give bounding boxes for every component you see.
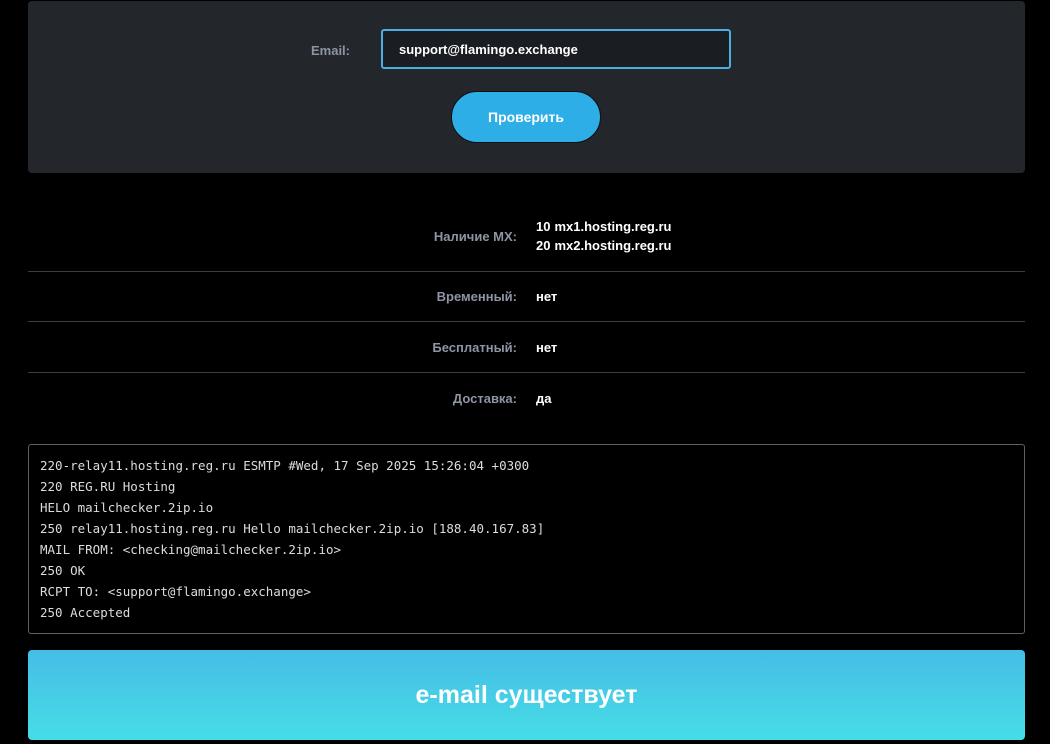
email-label: Email:: [310, 43, 350, 58]
delivery-label: Доставка:: [452, 390, 517, 406]
delivery-value: да: [536, 390, 552, 406]
mail-checker-page: Email: Проверить Наличие MX: 10mx1.hosti…: [0, 0, 1050, 744]
temporary-value: нет: [536, 289, 558, 304]
smtp-log-line: 250 OK: [40, 563, 86, 578]
free-value: нет: [536, 339, 558, 355]
smtp-log-line: HELO mailchecker.2ip.io: [40, 500, 214, 515]
temporary-label: Временный:: [436, 289, 517, 304]
results-row-delivery: Доставка: да: [28, 373, 1025, 423]
mx-host: mx1.hosting.reg.ru: [554, 219, 672, 234]
results-row-temporary: Временный: нет: [28, 272, 1025, 322]
smtp-log[interactable]: 220-relay11.hosting.reg.ru ESMTP #Wed, 1…: [28, 444, 1025, 634]
results-table: Наличие MX: 10 mx1.hosting.reg.ru 20 mx2.h…: [28, 201, 1025, 423]
mx-record: 20 mx2.hosting.reg.ru: [536, 236, 672, 255]
email-input[interactable]: [381, 29, 731, 69]
mx-label: Наличие MX:: [433, 228, 517, 244]
mx-record: 10 mx1.hosting.reg.ru: [536, 217, 672, 236]
mx-priority: 10: [536, 219, 551, 234]
smtp-log-line: 220 REG.RU Hosting: [40, 479, 176, 494]
verdict-text: e-mail существует: [415, 680, 638, 709]
mx-priority: 20: [536, 238, 551, 253]
smtp-log-line: 250 relay11.hosting.reg.ru Hello mailche…: [40, 521, 545, 536]
smtp-log-line: 220-relay11.hosting.reg.ru ESMTP #Wed, 1…: [40, 458, 530, 473]
mx-records: 10 mx1.hosting.reg.ru 20 mx2.hosting.reg.r…: [517, 201, 672, 271]
results-row-free: Бесплатный: нет: [28, 322, 1025, 373]
smtp-log-line: 250 Accepted: [40, 605, 131, 620]
check-button[interactable]: Проверить: [451, 91, 601, 143]
results-row-mx: Наличие MX: 10 mx1.hosting.reg.ru 20 mx2.h…: [28, 201, 1025, 272]
verdict-banner: e-mail существует: [28, 650, 1025, 740]
smtp-log-line: RCPT TO: <support@flamingo.exchange>: [40, 584, 311, 599]
email-check-form: Email: Проверить: [28, 1, 1025, 173]
free-label: Бесплатный:: [432, 339, 517, 355]
smtp-log-line: MAIL FROM: <checking@mailchecker.2ip.io>: [40, 542, 342, 557]
mx-host: mx2.hosting.reg.ru: [554, 238, 672, 253]
